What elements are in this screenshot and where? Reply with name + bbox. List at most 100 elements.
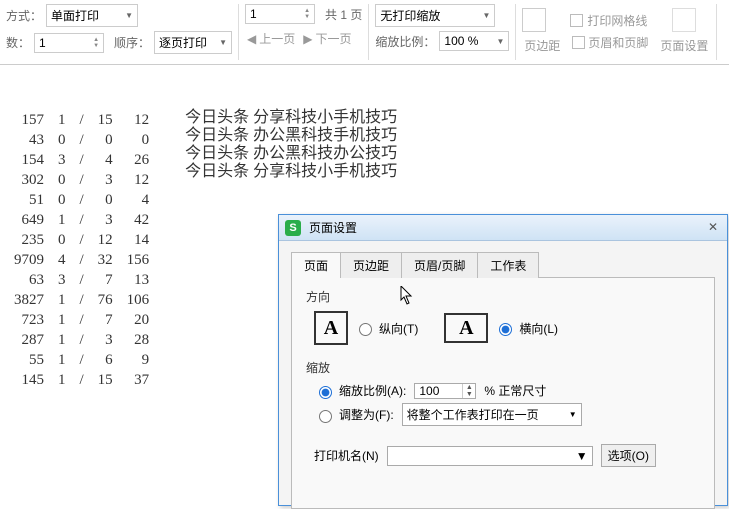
table-cell: 302 <box>8 171 50 189</box>
scale-ratio-radio-input[interactable] <box>319 386 332 399</box>
table-cell: 4 <box>92 151 119 169</box>
table-cell: / <box>74 131 90 149</box>
table-cell: 235 <box>8 231 50 249</box>
table-cell: 9 <box>121 351 156 369</box>
table-cell: 649 <box>8 211 50 229</box>
table-cell: 37 <box>121 371 156 389</box>
arrow-right-icon: ▶ <box>303 32 312 46</box>
table-cell: 1 <box>52 311 72 329</box>
page-setup-button[interactable]: 页面设置 <box>658 35 710 56</box>
portrait-radio[interactable]: 纵向(T) <box>354 320 418 337</box>
table-cell: / <box>74 351 90 369</box>
margins-icon <box>522 8 546 32</box>
table-cell: 157 <box>8 111 50 129</box>
table-cell: 1 <box>52 351 72 369</box>
table-cell: 3 <box>92 331 119 349</box>
table-cell: 287 <box>8 331 50 349</box>
zoom-mode-dropdown[interactable]: 无打印缩放 ▼ <box>375 4 495 27</box>
zoom-group: 无打印缩放 ▼ 缩放比例： 100 % ▼ <box>369 4 516 60</box>
spinner-icon[interactable]: ▲▼ <box>462 384 475 398</box>
zoom-ratio-label: 缩放比例： <box>375 33 435 50</box>
chevron-down-icon: ▼ <box>482 11 490 20</box>
table-cell: / <box>74 331 90 349</box>
spinner-icon: ▲▼ <box>304 8 310 20</box>
text-line: 今日头条 办公黑科技办公技巧 <box>185 145 397 163</box>
table-row: 3020/312 <box>8 171 155 189</box>
table-row: 6491/342 <box>8 211 155 229</box>
table-row: 510/04 <box>8 191 155 209</box>
table-cell: 12 <box>121 111 156 129</box>
copies-label: 数： <box>6 34 30 51</box>
prev-page-button[interactable]: ◀ 上一页 <box>245 28 297 49</box>
chevron-down-icon: ▼ <box>219 38 227 47</box>
landscape-icon: A <box>444 313 488 343</box>
table-cell: 145 <box>8 371 50 389</box>
text-line: 今日头条 分享科技小手机技巧 <box>185 163 397 181</box>
zoom-mode-value: 无打印缩放 <box>380 7 440 24</box>
headerfooter-label: 页眉和页脚 <box>588 34 648 51</box>
table-cell: 156 <box>121 251 156 269</box>
table-row: 2350/1214 <box>8 231 155 249</box>
scale-ratio-radio[interactable]: 缩放比例(A): <box>314 382 406 399</box>
options-button[interactable]: 选项(O) <box>601 444 656 467</box>
table-cell: 14 <box>121 231 156 249</box>
fit-to-radio[interactable]: 调整为(F): <box>314 406 394 423</box>
dialog-tab-0[interactable]: 页面 <box>291 252 341 278</box>
landscape-label: 横向(L) <box>519 320 558 337</box>
copies-stepper[interactable]: 1 ▲▼ <box>34 33 104 53</box>
page-value: 1 <box>250 7 257 21</box>
order-value: 逐页打印 <box>159 34 207 51</box>
table-cell: 0 <box>92 191 119 209</box>
spinner-icon: ▲▼ <box>93 37 99 49</box>
fit-to-select[interactable]: 将整个工作表打印在一页 ▼ <box>402 403 582 426</box>
page-number-input[interactable]: 1 ▲▼ <box>245 4 315 24</box>
table-cell: / <box>74 211 90 229</box>
orientation-label: 方向 <box>306 288 700 305</box>
table-cell: 51 <box>8 191 50 209</box>
table-cell: 3 <box>92 211 119 229</box>
mode-value: 单面打印 <box>51 7 99 24</box>
table-cell: 0 <box>52 191 72 209</box>
portrait-radio-input[interactable] <box>359 323 372 336</box>
order-dropdown[interactable]: 逐页打印 ▼ <box>154 31 232 54</box>
table-cell: 1 <box>52 211 72 229</box>
next-page-button[interactable]: ▶ 下一页 <box>301 28 353 49</box>
table-row: 633/713 <box>8 271 155 289</box>
dialog-title-text: 页面设置 <box>309 219 357 236</box>
table-cell: 15 <box>92 371 119 389</box>
options-label: 选项(O) <box>608 447 649 464</box>
page-nav-group: 1 ▲▼ 共 1 页 ◀ 上一页 ▶ 下一页 <box>239 4 369 60</box>
dialog-tab-2[interactable]: 页眉/页脚 <box>401 252 478 278</box>
table-cell: 1 <box>52 291 72 309</box>
table-row: 2871/328 <box>8 331 155 349</box>
table-cell: 1 <box>52 331 72 349</box>
table-cell: / <box>74 311 90 329</box>
order-label: 顺序： <box>114 34 150 51</box>
mode-dropdown[interactable]: 单面打印 ▼ <box>46 4 138 27</box>
dialog-titlebar[interactable]: S 页面设置 ✕ <box>279 215 727 241</box>
table-cell: / <box>74 231 90 249</box>
dialog-tab-3[interactable]: 工作表 <box>477 252 539 278</box>
close-icon[interactable]: ✕ <box>705 220 721 236</box>
printer-label: 打印机名(N) <box>314 447 379 464</box>
fit-to-radio-input[interactable] <box>319 410 332 423</box>
table-cell: 0 <box>52 231 72 249</box>
fit-to-label: 调整为(F): <box>339 406 394 423</box>
table-row: 7231/720 <box>8 311 155 329</box>
landscape-radio-input[interactable] <box>499 323 512 336</box>
table-cell: / <box>74 251 90 269</box>
scale-value-input[interactable]: 100 ▲▼ <box>414 383 476 399</box>
margins-button[interactable]: 页边距 <box>522 35 562 56</box>
table-cell: 15 <box>92 111 119 129</box>
dialog-tab-1[interactable]: 页边距 <box>340 252 402 278</box>
table-cell: 42 <box>121 211 156 229</box>
gridlines-checkbox[interactable]: 打印网格线 <box>570 12 650 29</box>
printer-select[interactable]: ▼ <box>387 446 593 466</box>
zoom-ratio-dropdown[interactable]: 100 % ▼ <box>439 31 509 51</box>
chevron-down-icon: ▼ <box>576 449 588 463</box>
landscape-radio[interactable]: 横向(L) <box>494 320 558 337</box>
headerfooter-button[interactable]: 页眉和页脚 <box>570 32 650 53</box>
table-row: 1451/1537 <box>8 371 155 389</box>
table-cell: 20 <box>121 311 156 329</box>
scale-suffix: % 正常尺寸 <box>484 382 546 399</box>
